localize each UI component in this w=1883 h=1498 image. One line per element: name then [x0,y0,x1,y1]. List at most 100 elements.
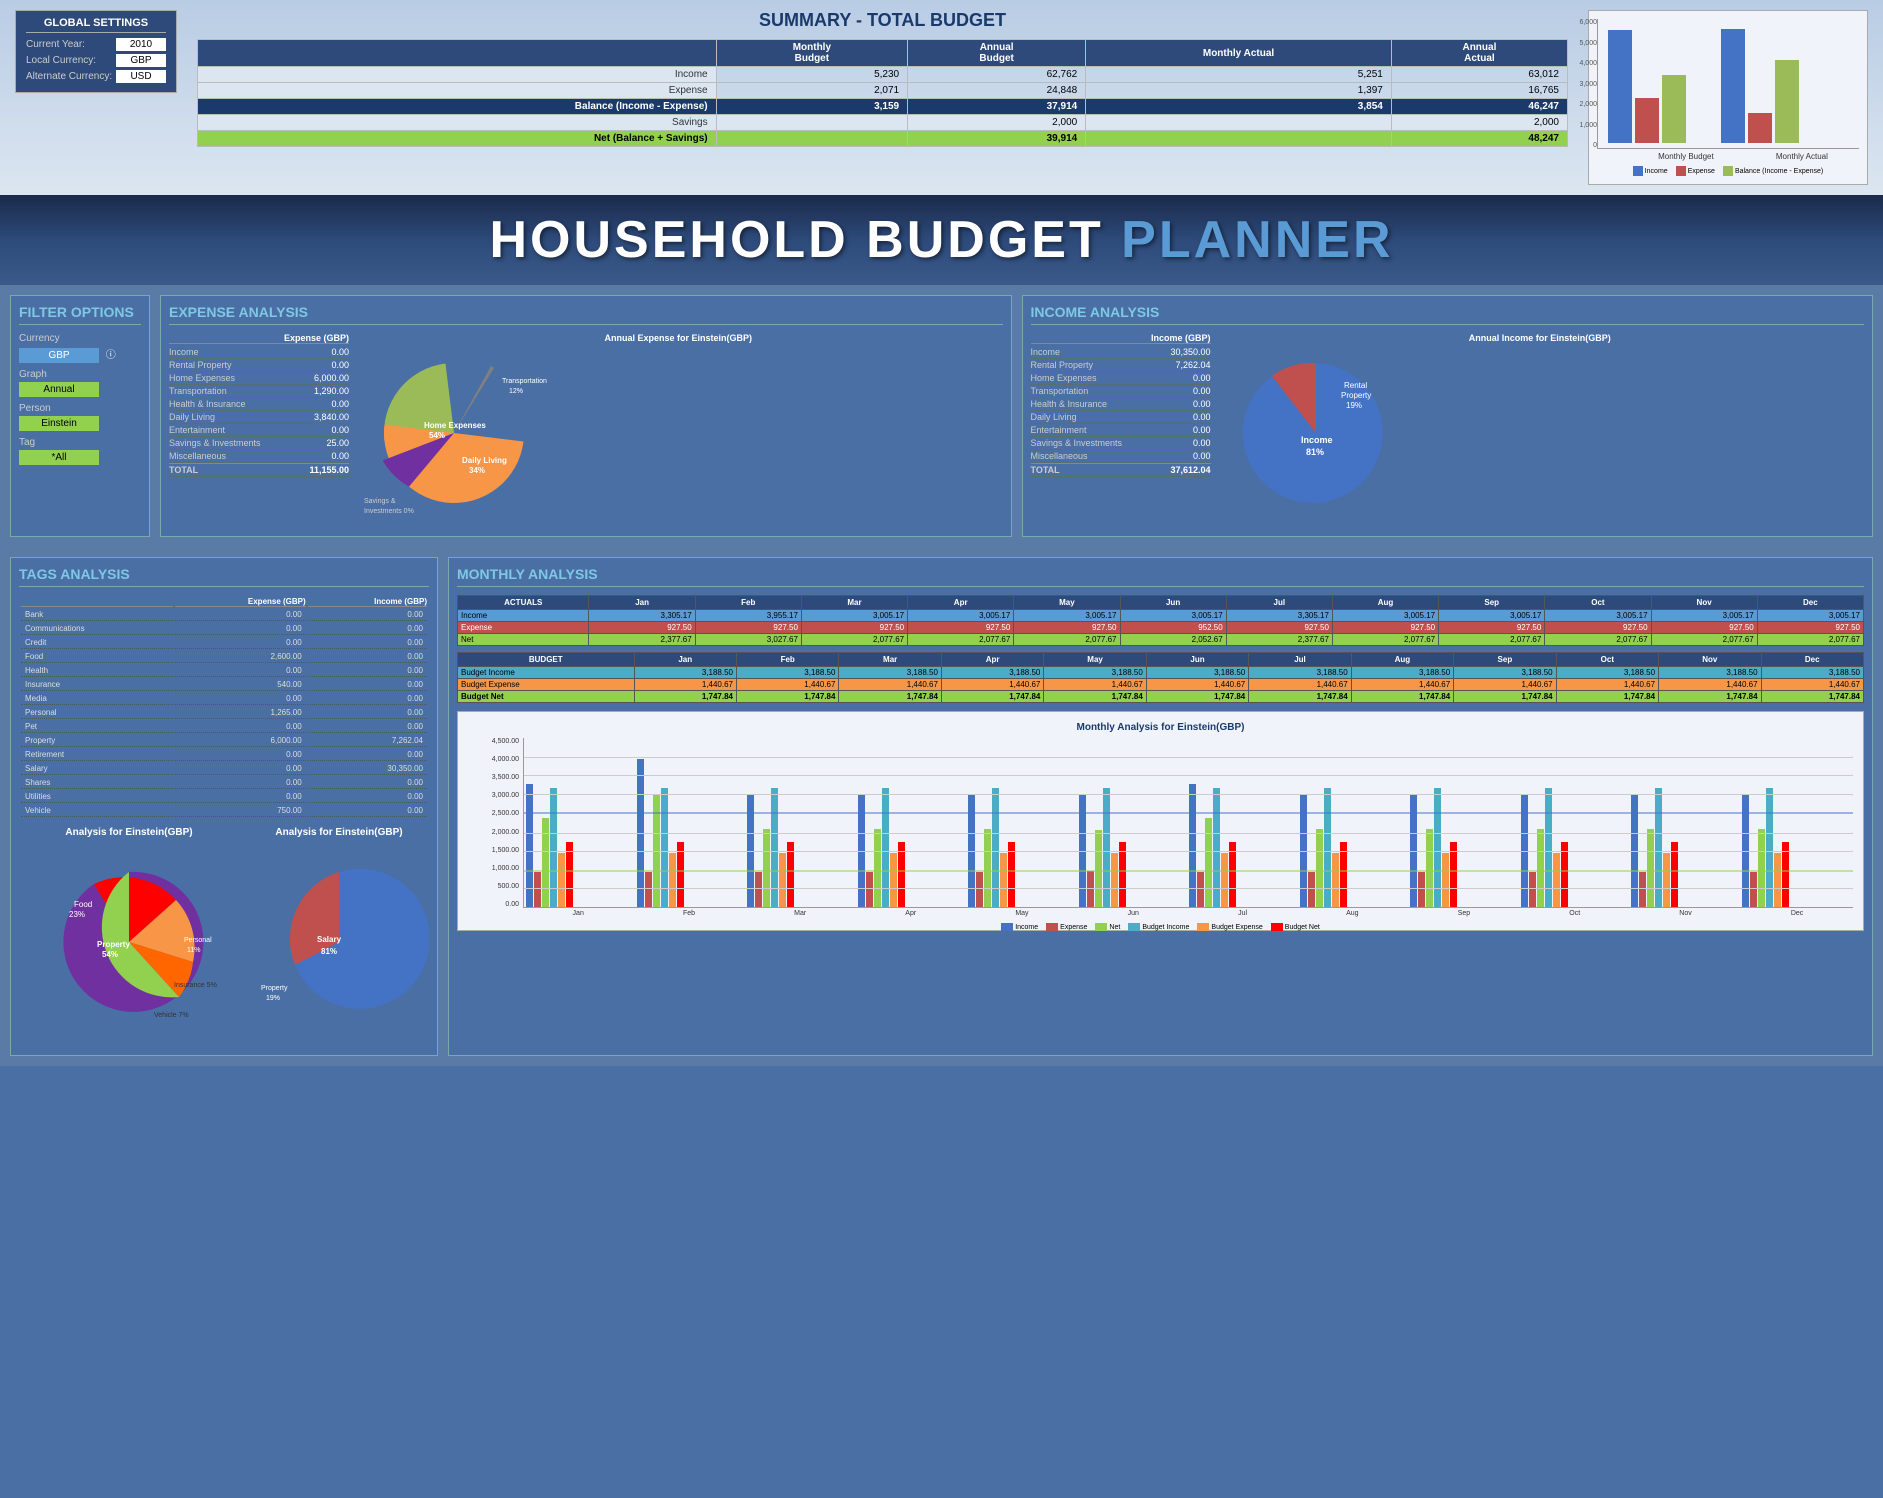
actuals-jul: Jul [1226,596,1332,610]
feb-net-bar [653,794,660,907]
feb-expense-bar [645,872,652,907]
expense-bar-monthly [1635,98,1659,143]
apr-income-bar [858,795,865,907]
income-analysis-table: Income (GBP) Income30,350.00 Rental Prop… [1031,333,1211,528]
tag-expense-cell: 0.00 [175,693,305,705]
svg-text:Transportation: Transportation [502,378,547,385]
tags-expense-pie: Analysis for Einstein(GBP) Property 54% [19,827,239,1047]
svg-text:Income: Income [1301,435,1333,445]
tags-table: Expense (GBP) Income (GBP) Bank 0.00 0.0… [19,595,429,819]
currency-value[interactable]: GBP [19,348,99,363]
tags-table-row: Bank 0.00 0.00 [21,609,427,621]
budget-mar: Mar [839,653,941,667]
local-currency-label: Local Currency: [26,55,116,66]
graph-value[interactable]: Annual [19,382,99,397]
actuals-feb: Feb [695,596,801,610]
summary-title: SUMMARY - TOTAL BUDGET [197,10,1568,31]
tags-table-row: Communications 0.00 0.00 [21,623,427,635]
net-row: Net (Balance + Savings) 39,914 48,247 [198,131,1568,147]
summary-col-annual-budget: AnnualBudget [908,40,1086,67]
net-monthly-actual [1086,131,1392,147]
monthly-chart-bars-area [523,738,1853,908]
sep-expense-bar [1418,872,1425,907]
y-500: 500.00 [498,883,519,890]
expense-label: Expense [198,83,717,99]
income-total-row: TOTAL37,612.04 [1031,463,1211,477]
oct-budget-income-bar [1545,788,1552,907]
may-expense-bar [976,872,983,907]
tags-analysis-title: TAGS ANALYSIS [19,566,429,587]
income-col-header: Income (GBP) [1031,333,1211,344]
balance-row: Balance (Income - Expense) 3,159 37,914 … [198,99,1568,115]
aug-net-bar [1316,829,1323,907]
income-health-row: Health & Insurance0.00 [1031,398,1211,411]
may-budget-income-bar [992,788,999,907]
expense-bar-fill [1635,98,1659,143]
mar-expense-bar [755,872,762,907]
month-apr-bars [858,788,968,907]
jun-income-bar [1079,795,1086,907]
income-analysis-panel: INCOME ANALYSIS Income (GBP) Income30,35… [1022,295,1874,537]
tags-pie1-title: Analysis for Einstein(GBP) [19,827,239,838]
budget-aug: Aug [1351,653,1453,667]
svg-text:Home Expenses: Home Expenses [424,421,486,430]
alternate-currency-label: Alternate Currency: [26,71,116,82]
svg-text:Vehicle 7%: Vehicle 7% [154,1012,189,1019]
budget-jan: Jan [634,653,736,667]
budget-feb: Feb [736,653,838,667]
balance-bar-monthly [1662,75,1686,143]
global-settings-title: GLOBAL SETTINGS [26,17,166,33]
budget-expense-row: Budget Expense 1,440.671,440.671,440.671… [458,679,1864,691]
svg-text:81%: 81% [1306,447,1324,457]
actuals-expense-label: Expense [458,622,589,634]
savings-row: Savings 2,000 2,000 [198,115,1568,131]
income-savings-row: Savings & Investments0.00 [1031,437,1211,450]
budget-income-row: Budget Income 3,188.503,188.503,188.503,… [458,667,1864,679]
tag-expense-cell: 0.00 [175,763,305,775]
tags-pie-area: Analysis for Einstein(GBP) Property 54% [19,827,429,1047]
tag-name-cell: Utilities [21,791,173,803]
legend-budget-expense-monthly: Budget Expense [1197,923,1262,931]
savings-annual-budget: 2,000 [908,115,1086,131]
y-4000: 4,000.00 [492,756,519,763]
tags-analysis-panel: TAGS ANALYSIS Expense (GBP) Income (GBP)… [10,557,438,1056]
tag-value[interactable]: *All [19,450,99,465]
actuals-jan: Jan [589,596,695,610]
y-1500: 1,500.00 [492,847,519,854]
balance-annual-actual: 46,247 [1391,99,1567,115]
nov-expense-bar [1639,872,1646,907]
dec-budget-income-bar [1766,788,1773,907]
sep-net-bar [1426,829,1433,907]
tag-expense-cell: 0.00 [175,749,305,761]
tag-name-cell: Pet [21,721,173,733]
tags-table-row: Salary 0.00 30,350.00 [21,763,427,775]
aug-budget-net-bar [1340,842,1347,907]
tag-name-cell: Media [21,693,173,705]
expense-analysis-table: Expense (GBP) Income0.00 Rental Property… [169,333,349,528]
graph-filter: Graph Annual [19,369,141,397]
tag-income-cell: 0.00 [308,749,427,761]
tag-name-cell: Salary [21,763,173,775]
x-label-monthly-budget: Monthly Budget [1658,152,1714,161]
graph-label: Graph [19,369,141,380]
tag-name-cell: Property [21,735,173,747]
jul-income-bar [1189,784,1196,907]
may-income-bar [968,795,975,907]
sep-budget-income-bar [1434,788,1441,907]
tags-table-row: Media 0.00 0.00 [21,693,427,705]
jun-expense-bar [1087,871,1094,907]
budget-apr: Apr [941,653,1043,667]
y-label-3000: 3,000 [1563,81,1597,88]
person-value[interactable]: Einstein [19,416,99,431]
balance-monthly-budget: 3,159 [716,99,908,115]
monthly-actual-bar-group [1721,29,1799,143]
savings-monthly-budget [716,115,908,131]
current-year-row: Current Year: 2010 [26,38,166,51]
tag-income-cell: 0.00 [308,721,427,733]
jul-net-bar [1205,818,1212,907]
alternate-currency-row: Alternate Currency: USD [26,70,166,83]
apr-budget-income-bar [882,788,889,907]
income-entertainment-row: Entertainment0.00 [1031,424,1211,437]
apr-net-bar [874,829,881,907]
month-jan-bars [526,784,636,907]
